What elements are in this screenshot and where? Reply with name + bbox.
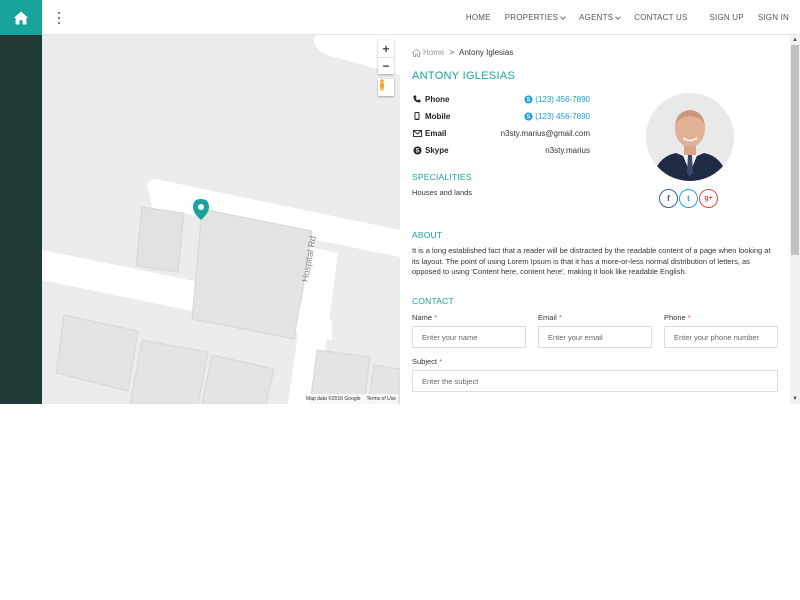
- nav-sign-up[interactable]: SIGN UP: [710, 13, 744, 22]
- required-mark: *: [687, 313, 691, 322]
- map-terms-link[interactable]: Terms of Use: [367, 396, 396, 402]
- top-header: HOME PROPERTIES AGENTS CONTACT US SIGN U…: [0, 0, 800, 35]
- social-links: f t g+: [659, 189, 719, 208]
- chevron-down-icon: [560, 13, 566, 20]
- skype-icon: S: [524, 95, 533, 103]
- breadcrumb-current: Antony Iglesias: [459, 48, 514, 57]
- mobile-icon: [412, 111, 422, 121]
- nav-sign-in-label: SIGN IN: [757, 13, 789, 22]
- breadcrumb: Home > Antony Iglesias: [412, 48, 513, 57]
- phone-value[interactable]: S (123) 456-7890: [524, 95, 590, 104]
- panel-scrollbar[interactable]: ▲ ▼: [790, 35, 800, 404]
- email-label: Email: [425, 128, 447, 138]
- skype-label: Skype: [425, 145, 449, 155]
- contact-row-skype: S Skype n3sty.marius: [412, 144, 590, 156]
- email-label-text: Email: [538, 313, 557, 322]
- scroll-thumb[interactable]: [791, 45, 799, 255]
- zoom-in-button[interactable]: +: [378, 40, 394, 57]
- skype-icon: S: [412, 145, 422, 155]
- agent-avatar: [646, 93, 734, 181]
- breadcrumb-separator: >: [449, 48, 455, 57]
- zoom-out-button[interactable]: −: [378, 57, 394, 74]
- twitter-icon[interactable]: t: [679, 189, 698, 208]
- svg-text:S: S: [527, 114, 531, 120]
- agent-name: ANTONY IGLESIAS: [412, 70, 516, 82]
- about-title: ABOUT: [412, 230, 443, 240]
- svg-text:S: S: [527, 97, 531, 103]
- zoom-control: + −: [378, 40, 394, 74]
- name-input[interactable]: [412, 326, 526, 348]
- subject-label-text: Subject: [412, 357, 438, 366]
- svg-text:S: S: [415, 148, 419, 154]
- contact-row-phone: Phone S (123) 456-7890: [412, 93, 590, 105]
- nav-agents-label: AGENTS: [579, 13, 614, 22]
- map-tiles: [42, 35, 400, 404]
- scroll-up-icon[interactable]: ▲: [790, 35, 800, 45]
- agent-detail-panel: Home > Antony Iglesias ANTONY IGLESIAS P…: [400, 35, 800, 404]
- name-field-label: Name *: [412, 313, 437, 322]
- nav-sign-in[interactable]: SIGN IN: [758, 13, 789, 22]
- specialities-text: Houses and lands: [412, 188, 473, 197]
- home-outline-icon: [412, 48, 421, 57]
- nav-agents[interactable]: AGENTS: [579, 13, 622, 22]
- phone-label-text: Phone: [664, 313, 686, 322]
- google-plus-icon[interactable]: g+: [699, 189, 718, 208]
- nav-contact-us-label: CONTACT US: [634, 13, 688, 22]
- mobile-label: Mobile: [425, 111, 451, 121]
- map-view[interactable]: Hospital Rd + − Map data ©2016 Google Te…: [42, 35, 400, 404]
- home-icon: [13, 11, 29, 24]
- specialities-title: SPECIALITIES: [412, 172, 472, 182]
- nav-sign-up-label: SIGN UP: [709, 13, 744, 22]
- contact-title: CONTACT: [412, 296, 454, 306]
- contact-row-mobile: Mobile S (123) 456-7890: [412, 110, 590, 122]
- phone-label: Phone: [425, 94, 450, 104]
- phone-number: (123) 456-7890: [535, 94, 590, 104]
- envelope-icon: [412, 128, 422, 138]
- nav-home-label: HOME: [465, 13, 491, 22]
- subject-field-label: Subject *: [412, 357, 442, 366]
- phone-field-label: Phone *: [664, 313, 691, 322]
- contact-row-email: Email n3sty.marius@gmail.com: [412, 127, 590, 139]
- map-attribution: Map data ©2016 Google Terms of Use: [297, 394, 398, 404]
- nav-properties[interactable]: PROPERTIES: [504, 13, 566, 22]
- email-field-label: Email *: [538, 313, 562, 322]
- street-view-pegman-icon[interactable]: [378, 79, 394, 96]
- required-mark: *: [558, 313, 562, 322]
- facebook-icon[interactable]: f: [659, 189, 678, 208]
- email-input[interactable]: [538, 326, 652, 348]
- subject-input[interactable]: [412, 370, 778, 392]
- scroll-down-icon[interactable]: ▼: [790, 394, 800, 404]
- phone-icon: [412, 94, 422, 104]
- nav-contact-us[interactable]: CONTACT US: [634, 13, 687, 22]
- about-text: It is a long established fact that a rea…: [412, 246, 771, 276]
- phone-input[interactable]: [664, 326, 778, 348]
- map-data-credit: Map data ©2016 Google: [305, 396, 361, 402]
- main-nav: HOME PROPERTIES AGENTS CONTACT US SIGN U…: [452, 0, 789, 35]
- breadcrumb-home-link[interactable]: Home: [423, 48, 444, 57]
- required-mark: *: [434, 313, 438, 322]
- skype-value[interactable]: n3sty.marius: [545, 146, 590, 155]
- mobile-number: (123) 456-7890: [535, 111, 590, 121]
- nav-properties-label: PROPERTIES: [504, 13, 559, 22]
- required-mark: *: [439, 357, 443, 366]
- skype-icon: S: [524, 112, 533, 120]
- chevron-down-icon: [615, 13, 622, 20]
- name-label-text: Name: [412, 313, 433, 322]
- left-sidebar-strip: [0, 35, 42, 404]
- mobile-value[interactable]: S (123) 456-7890: [524, 112, 590, 121]
- email-value[interactable]: n3sty.marius@gmail.com: [501, 129, 590, 138]
- kebab-menu-icon[interactable]: [56, 11, 62, 25]
- home-button[interactable]: [0, 0, 42, 35]
- nav-home[interactable]: HOME: [466, 13, 491, 22]
